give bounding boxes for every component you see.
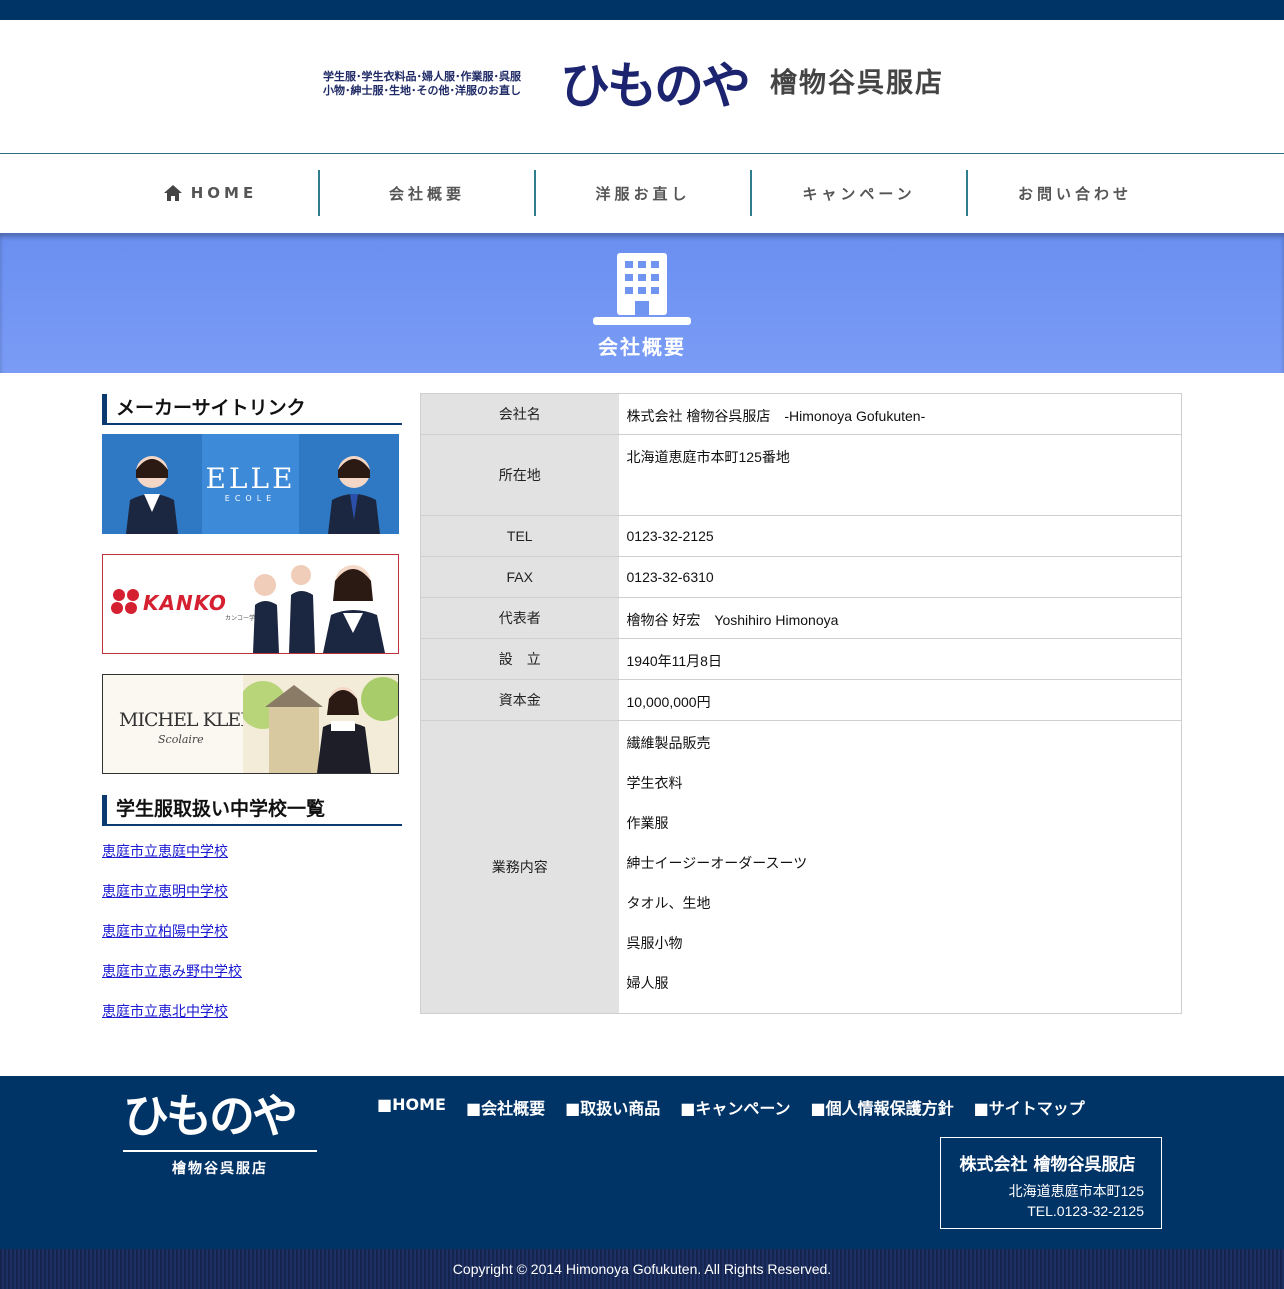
row-value: 0123-32-6310: [618, 556, 1182, 598]
schools-heading: 学生服取扱い中学校一覧: [102, 795, 402, 826]
row-value: 北海道恵庭市本町125番地: [618, 434, 1182, 516]
business-item: 紳士イージーオーダースーツ: [626, 855, 808, 871]
nav-alteration[interactable]: 洋服お直し: [534, 170, 750, 216]
logo-tagline-line-2: 小物･紳士服･生地･その他･洋服のお直し: [323, 84, 521, 97]
company-info-table: 会社名 株式会社 檜物谷呉服店 -Himonoya Gofukuten- 所在地…: [420, 393, 1182, 1014]
nav-campaign[interactable]: キャンペーン: [750, 170, 966, 216]
kanko-banner[interactable]: KANKO カンコー学生服: [102, 554, 399, 654]
nav-home[interactable]: HOME: [102, 170, 318, 216]
kanko-mark-icon: [111, 589, 139, 614]
home-icon: [163, 185, 182, 201]
business-item: 呉服小物: [626, 935, 683, 951]
logo-tagline-line-1: 学生服･学生衣料品･婦人服･作業服･呉服: [323, 70, 521, 83]
main-nav: HOME 会社概要 洋服お直し キャンペーン お問い合わせ: [0, 153, 1284, 234]
elle-logo: ELLE: [205, 462, 296, 495]
footer-tel: TEL.0123-32-2125: [1027, 1203, 1144, 1219]
row-value: 株式会社 檜物谷呉服店 -Himonoya Gofukuten-: [618, 393, 1182, 435]
footer-company-name: 株式会社 檜物谷呉服店: [959, 1155, 1136, 1175]
business-item: 作業服: [626, 815, 669, 831]
top-bar: [0, 0, 1284, 20]
row-label: 所在地: [420, 434, 619, 516]
row-label: 会社名: [420, 393, 619, 435]
row-label: 業務内容: [420, 720, 619, 1014]
table-row: 代表者 檜物谷 好宏 Yoshihiro Himonoya: [420, 597, 1182, 639]
elle-sub: ECOLE: [224, 494, 277, 503]
row-value: 10,000,000円: [618, 679, 1182, 721]
footer-contact-box: 株式会社 檜物谷呉服店 北海道恵庭市本町125 TEL.0123-32-2125: [940, 1137, 1162, 1229]
table-row: TEL 0123-32-2125: [420, 515, 1182, 557]
row-value: 檜物谷 好宏 Yoshihiro Himonoya: [618, 597, 1182, 639]
school-link[interactable]: 恵庭市立恵庭中学校: [102, 841, 228, 861]
business-item: 繊維製品販売: [626, 735, 711, 751]
student-image: [328, 456, 380, 534]
site-footer: ひものや 檜物谷呉服店 ■HOME ■会社概要 ■取扱い商品 ■キャンペーン ■…: [0, 1076, 1284, 1249]
school-illustration-image: [243, 675, 398, 773]
school-link[interactable]: 恵庭市立柏陽中学校: [102, 921, 228, 941]
footer-link-products[interactable]: ■取扱い商品: [565, 1095, 660, 1119]
table-row: 業務内容 繊維製品販売 学生衣料 作業服 紳士イージーオーダースーツ タオル、生…: [420, 720, 1182, 1014]
page-title: 会社概要: [598, 335, 686, 359]
michel-klein-logo: MICHEL KLEIN: [119, 709, 263, 731]
school-link[interactable]: 恵庭市立恵明中学校: [102, 881, 228, 901]
maker-links-heading: メーカーサイトリンク: [102, 394, 402, 425]
building-icon: [593, 253, 691, 325]
school-link[interactable]: 恵庭市立恵北中学校: [102, 1001, 228, 1021]
table-row: 資本金 10,000,000円: [420, 679, 1182, 721]
table-row: FAX 0123-32-6310: [420, 556, 1182, 598]
row-label: FAX: [420, 556, 619, 598]
table-row: 会社名 株式会社 檜物谷呉服店 -Himonoya Gofukuten-: [420, 393, 1182, 435]
nav-contact[interactable]: お問い合わせ: [966, 170, 1182, 216]
school-link[interactable]: 恵庭市立恵み野中学校: [102, 961, 242, 981]
site-header: 学生服･学生衣料品･婦人服･作業服･呉服 小物･紳士服･生地･その他･洋服のお直…: [0, 20, 1284, 154]
footer-link-company[interactable]: ■会社概要: [466, 1095, 545, 1119]
row-label: 代表者: [420, 597, 619, 639]
students-image: [253, 565, 385, 653]
row-value: 0123-32-2125: [618, 515, 1182, 557]
table-row: 所在地 北海道恵庭市本町125番地: [420, 434, 1182, 516]
row-label: 設 立: [420, 638, 619, 680]
student-image: [126, 456, 178, 534]
logo-store-name[interactable]: 檜物谷呉服店: [770, 66, 944, 102]
footer-link-sitemap[interactable]: ■サイトマップ: [974, 1095, 1085, 1119]
copyright: Copyright © 2014 Himonoya Gofukuten. All…: [0, 1249, 1284, 1289]
kanko-logo: KANKO: [143, 591, 227, 615]
footer-logo[interactable]: ひものや: [123, 1090, 317, 1152]
footer-link-privacy[interactable]: ■個人情報保護方針: [811, 1095, 954, 1119]
business-item: 学生衣料: [626, 775, 683, 791]
elle-ecole-banner[interactable]: ELLE ECOLE: [102, 434, 399, 534]
table-row: 設 立 1940年11月8日: [420, 638, 1182, 680]
footer-logo-sub: 檜物谷呉服店: [172, 1161, 268, 1177]
logo-tagline: 学生服･学生衣料品･婦人服･作業服･呉服 小物･紳士服･生地･その他･洋服のお直…: [323, 70, 555, 98]
nav-company[interactable]: 会社概要: [318, 170, 534, 216]
footer-link-home[interactable]: ■HOME: [377, 1095, 446, 1119]
row-value: 1940年11月8日: [618, 638, 1182, 680]
michel-klein-banner[interactable]: MICHEL KLEIN Scolaire: [102, 674, 399, 774]
business-list: 繊維製品販売 学生衣料 作業服 紳士イージーオーダースーツ タオル、生地 呉服小…: [618, 720, 1182, 1014]
business-item: 婦人服: [626, 975, 669, 991]
row-label: 資本金: [420, 679, 619, 721]
footer-address: 北海道恵庭市本町125: [1008, 1183, 1144, 1199]
row-label: TEL: [420, 515, 619, 557]
footer-nav: ■HOME ■会社概要 ■取扱い商品 ■キャンペーン ■個人情報保護方針 ■サイ…: [377, 1095, 1085, 1119]
nav-home-label: HOME: [190, 184, 258, 202]
footer-link-campaign[interactable]: ■キャンペーン: [680, 1095, 790, 1119]
logo-mark[interactable]: ひものや: [560, 56, 764, 116]
business-item: タオル、生地: [626, 895, 711, 911]
page-banner: 会社概要: [0, 233, 1284, 373]
michel-klein-sub: Scolaire: [158, 733, 204, 746]
